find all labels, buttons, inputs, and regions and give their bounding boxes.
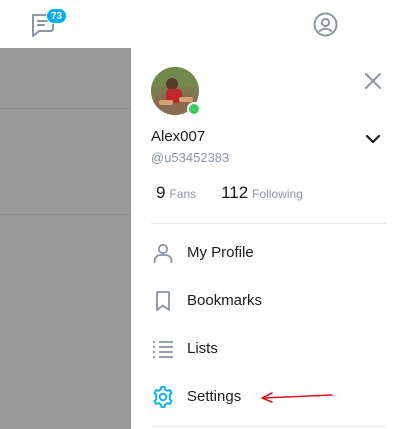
following-count: 112 [221, 183, 249, 202]
menu-item-label: Settings [187, 388, 242, 405]
overlay-divider [0, 214, 131, 215]
online-status-indicator [187, 102, 201, 116]
menu-item-lists[interactable]: Lists [131, 327, 406, 371]
following-label: Following [252, 187, 303, 201]
display-name[interactable]: Alex007 [151, 128, 205, 145]
menu-item-label: Bookmarks [187, 292, 263, 309]
menu-item-bookmarks[interactable]: Bookmarks [131, 279, 406, 323]
annotation-arrow-icon [261, 392, 333, 403]
fans-count: 9 [156, 183, 166, 202]
username-handle[interactable]: @u53452383 [151, 150, 229, 165]
account-circle-icon[interactable] [312, 11, 339, 38]
fans-stat[interactable]: 9 Fans [156, 183, 201, 202]
fans-label: Fans [169, 187, 197, 201]
account-drawer: Alex007 @u53452383 9 Fans 112 Following My… [131, 48, 406, 429]
menu-item-my-profile[interactable]: My Profile [131, 231, 406, 275]
menu-item-label: My Profile [187, 244, 254, 261]
top-bar: 73 [0, 0, 406, 48]
dimmed-page-overlay[interactable] [0, 48, 131, 429]
close-icon[interactable] [361, 69, 385, 93]
following-stat[interactable]: 112 Following [217, 183, 303, 202]
gear-icon [153, 386, 173, 408]
list-icon [153, 341, 173, 358]
menu-item-label: Lists [187, 340, 218, 357]
divider [151, 426, 386, 427]
bookmark-icon [156, 291, 170, 311]
chevron-down-icon[interactable] [361, 128, 385, 150]
messages-count-badge[interactable]: 73 [46, 8, 68, 24]
profile-stats: 9 Fans 112 Following [156, 183, 303, 203]
divider [151, 223, 386, 224]
person-icon [153, 243, 173, 263]
overlay-divider [0, 108, 131, 109]
